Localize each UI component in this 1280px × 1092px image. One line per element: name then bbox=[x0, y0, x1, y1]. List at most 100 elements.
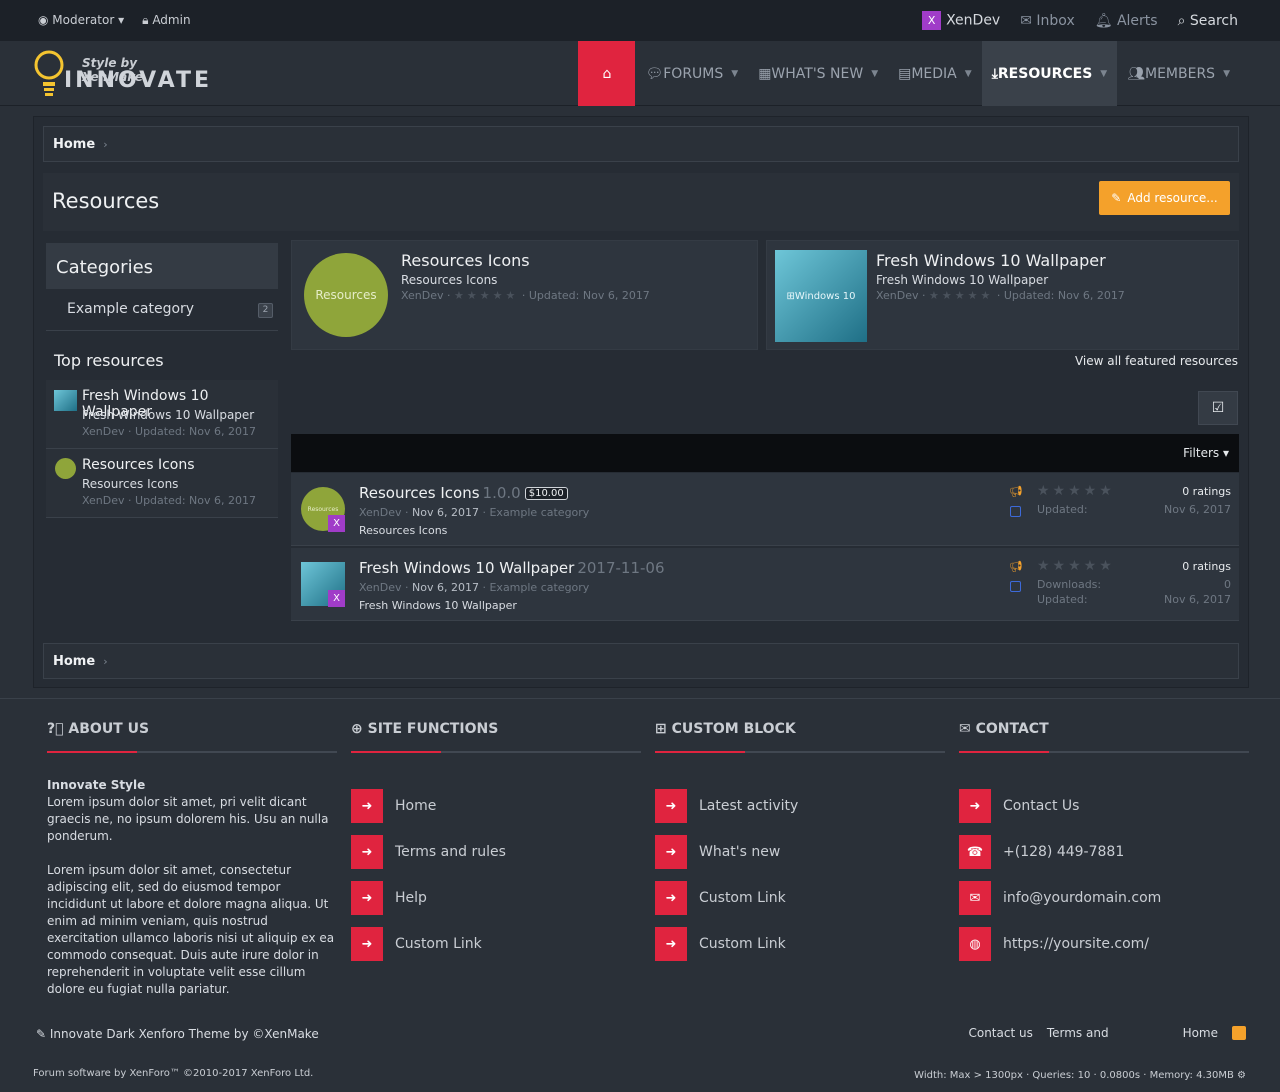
chevron-right-icon: › bbox=[103, 654, 108, 668]
footer-link[interactable]: ➜ Terms and rules bbox=[351, 835, 641, 869]
footer-link[interactable]: ➜ What's new bbox=[655, 835, 945, 869]
lightbulb-icon bbox=[34, 50, 64, 96]
account-link[interactable]: X XenDev bbox=[922, 11, 1000, 30]
email-link[interactable]: ✉ info@yourdomain.com bbox=[959, 881, 1249, 915]
nav-whats-new[interactable]: ▦ WHAT'S NEW ▼ bbox=[748, 41, 888, 106]
resource-thumbnail[interactable] bbox=[55, 458, 76, 479]
nav-tabs: ⌂ 💬︎ FORUMS ▼ ▦ WHAT'S NEW ▼ ▤ MEDIA ▼ ⤓ RE… bbox=[578, 41, 1240, 106]
user-circle-icon: ◉ bbox=[38, 13, 53, 27]
footer-link[interactable]: ➜ Custom Link bbox=[351, 927, 641, 961]
resource-list-item[interactable]: X Fresh Windows 10 Wallpaper 2017-11-06 X… bbox=[291, 548, 1239, 621]
footer-about: ?⃝ ABOUT US Innovate Style Lorem ipsum d… bbox=[47, 721, 337, 998]
rss-icon[interactable] bbox=[1232, 1026, 1246, 1040]
breadcrumb: Home › bbox=[43, 126, 1239, 162]
phone-icon: ☎ bbox=[959, 835, 991, 869]
home-icon: ⌂ bbox=[602, 65, 612, 82]
caret-down-icon[interactable]: ▼ bbox=[731, 69, 738, 79]
top-resources-heading: Top resources bbox=[54, 351, 164, 370]
resource-list-item[interactable]: Resources X Resources Icons 1.0.0 $10.00 X… bbox=[291, 473, 1239, 546]
arrow-circle-right-icon: ➜ bbox=[655, 835, 687, 869]
film-icon: ▤ bbox=[898, 65, 912, 82]
rating-stars: ★★★★★ bbox=[1037, 483, 1115, 499]
page-header: Resources ✎ Add resource... bbox=[43, 173, 1239, 231]
avatar[interactable]: X bbox=[328, 590, 345, 607]
admin-link[interactable]: 🔒︎ Admin bbox=[142, 13, 190, 28]
envelope-icon: ✉ bbox=[959, 881, 991, 915]
arrow-circle-right-icon: ➜ bbox=[351, 835, 383, 869]
filters-menu[interactable]: Filters ▾ bbox=[1183, 446, 1229, 460]
count-badge: 2 bbox=[258, 303, 273, 318]
resource-version: 1.0.0 bbox=[482, 484, 521, 502]
select-checkbox[interactable] bbox=[1010, 581, 1021, 592]
arrow-circle-right-icon: ➜ bbox=[959, 789, 991, 823]
view-all-featured-link[interactable]: View all featured resources bbox=[1075, 354, 1238, 368]
bullhorn-icon: 📢︎ bbox=[1009, 560, 1023, 573]
inbox-link[interactable]: ✉ Inbox bbox=[1020, 13, 1075, 29]
rating-stars: ★★★★★ bbox=[454, 289, 519, 302]
check-square-icon: ☑ bbox=[1211, 400, 1225, 416]
footer-link[interactable]: ➜ Latest activity bbox=[655, 789, 945, 823]
website-link[interactable]: ◍ https://yoursite.com/ bbox=[959, 927, 1249, 961]
alerts-link[interactable]: 🔔︎ Alerts bbox=[1095, 13, 1158, 29]
site-logo[interactable]: Style by XenMake INNOVATE bbox=[34, 46, 209, 102]
select-checkbox[interactable] bbox=[1010, 506, 1021, 517]
moderator-menu[interactable]: ◉ Moderator ▾ bbox=[38, 13, 124, 28]
featured-resource[interactable]: ⊞ Windows 10 Fresh Windows 10 Wallpaper … bbox=[766, 240, 1239, 350]
bell-icon: 🔔︎ bbox=[1094, 12, 1117, 29]
caret-down-icon[interactable]: ▼ bbox=[1100, 69, 1107, 79]
top-right-links: X XenDev ✉ Inbox 🔔︎ Alerts ⌕ Search bbox=[922, 0, 1238, 41]
footer-link[interactable]: ➜ Home bbox=[351, 789, 641, 823]
nav-media[interactable]: ▤ MEDIA ▼ bbox=[888, 41, 982, 106]
resource-thumbnail[interactable] bbox=[54, 390, 77, 411]
resource-thumbnail[interactable]: Resources bbox=[304, 253, 388, 337]
arrow-circle-right-icon: ➜ bbox=[351, 789, 383, 823]
sitemap-icon: ⊞ bbox=[655, 721, 672, 737]
nav-forums[interactable]: 💬︎ FORUMS ▼ bbox=[635, 41, 748, 106]
avatar[interactable]: X bbox=[328, 515, 345, 532]
footer-link[interactable]: ➜ Custom Link bbox=[655, 927, 945, 961]
pen-icon: ✎ bbox=[36, 1027, 50, 1041]
breadcrumb-home[interactable]: Home bbox=[53, 137, 95, 152]
footer: ?⃝ ABOUT US Innovate Style Lorem ipsum d… bbox=[0, 698, 1280, 1092]
filter-bar: Filters ▾ bbox=[291, 434, 1239, 472]
gear-icon[interactable]: ⚙ bbox=[1234, 1070, 1246, 1081]
footer-contact: ✉ CONTACT ➜ Contact Us ☎ +(128) 449-7881 ✉… bbox=[959, 721, 1249, 973]
contact-us-link[interactable]: ➜ Contact Us bbox=[959, 789, 1249, 823]
contact-us-link[interactable]: Contact us bbox=[968, 1026, 1032, 1040]
comments-icon: 💬︎ bbox=[645, 65, 664, 82]
lock-icon: 🔒︎ bbox=[142, 13, 153, 27]
phone-link[interactable]: ☎ +(128) 449-7881 bbox=[959, 835, 1249, 869]
breadcrumb-home[interactable]: Home bbox=[53, 654, 95, 669]
terms-link[interactable]: Terms and bbox=[1047, 1026, 1109, 1040]
top-resource-item[interactable]: Fresh Windows 10 Wallpaper Fresh Windows… bbox=[46, 380, 278, 449]
edit-icon: ✎ bbox=[1111, 191, 1122, 205]
top-resource-item[interactable]: Resources Icons Resources Icons XenDev ·… bbox=[46, 449, 278, 518]
rating-stars: ★★★★★ bbox=[929, 289, 994, 302]
resource-thumbnail[interactable]: ⊞ Windows 10 bbox=[775, 250, 867, 342]
caret-down-icon[interactable]: ▼ bbox=[871, 69, 878, 79]
home-link[interactable]: Home bbox=[1183, 1026, 1218, 1040]
nav-resources[interactable]: ⤓ RESOURCES ▼ bbox=[981, 41, 1118, 106]
caret-down-icon[interactable]: ▼ bbox=[965, 69, 972, 79]
nav-members[interactable]: 👥︎ MEMBERS ▼ bbox=[1117, 41, 1240, 106]
footer-link[interactable]: ➜ Help bbox=[351, 881, 641, 915]
theme-credit[interactable]: ✎ Innovate Dark Xenforo Theme by ©XenMak… bbox=[36, 1027, 319, 1041]
software-credit[interactable]: Forum software by XenForo™ ©2010-2017 Xe… bbox=[33, 1068, 313, 1079]
newspaper-icon: ▦ bbox=[758, 65, 772, 82]
mark-read-button[interactable]: ☑ bbox=[1198, 391, 1238, 425]
top-left-links: ◉ Moderator ▾ 🔒︎ Admin bbox=[38, 13, 191, 28]
nav-home[interactable]: ⌂ bbox=[578, 41, 636, 106]
add-resource-button[interactable]: ✎ Add resource... bbox=[1099, 181, 1230, 215]
category-item[interactable]: Example category 2 bbox=[46, 289, 278, 331]
resource-title[interactable]: Fresh Windows 10 Wallpaper bbox=[359, 559, 574, 577]
search-link[interactable]: ⌕ Search bbox=[1178, 13, 1238, 29]
footer-link[interactable]: ➜ Custom Link bbox=[655, 881, 945, 915]
users-icon: 👥︎ bbox=[1127, 65, 1145, 82]
arrow-circle-right-icon: ➜ bbox=[351, 881, 383, 915]
caret-down-icon[interactable]: ▼ bbox=[1223, 69, 1230, 79]
footer-custom-block: ⊞ CUSTOM BLOCK ➜ Latest activity ➜ What's … bbox=[655, 721, 945, 973]
resource-title[interactable]: Resources Icons bbox=[359, 484, 480, 502]
caret-down-icon: ▾ bbox=[1219, 446, 1229, 460]
avatar: X bbox=[922, 11, 942, 30]
featured-resource[interactable]: Resources Resources Icons Resources Icon… bbox=[291, 240, 758, 350]
